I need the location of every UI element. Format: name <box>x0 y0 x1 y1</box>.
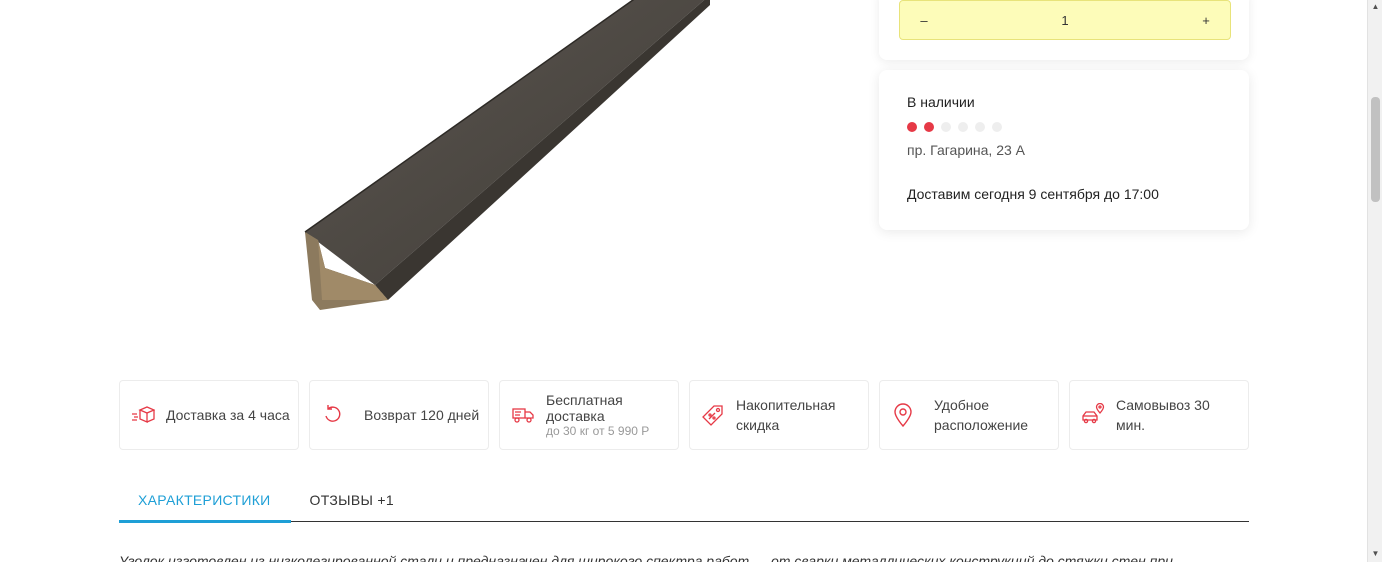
feature-label: Удобное расположение <box>934 397 1029 433</box>
delivery-estimate: Доставим сегодня 9 сентября до 17:00 <box>907 186 1159 202</box>
stock-status: В наличии <box>907 94 975 110</box>
feature-label: Накопительная скидка <box>736 397 836 433</box>
feature-label: Самовывоз 30 мин. <box>1116 397 1210 433</box>
location-pin-icon <box>890 402 916 428</box>
stock-card: В наличии пр. Гагарина, 23 А Доставим се… <box>879 70 1249 230</box>
truck-icon <box>510 402 536 428</box>
car-pickup-icon <box>1080 402 1106 428</box>
return-icon <box>320 402 346 428</box>
delivery-box-icon <box>130 402 156 428</box>
store-address[interactable]: пр. Гагарина, 23 А <box>907 142 1221 158</box>
scroll-down-icon[interactable]: ▼ <box>1368 547 1382 561</box>
quantity-value[interactable]: 1 <box>1061 13 1068 28</box>
feature-label: Бесплатная доставка <box>546 392 623 424</box>
feature-free-delivery[interactable]: Бесплатная доставка до 30 кг от 5 990 Р <box>499 380 679 450</box>
decrease-quantity-button[interactable]: – <box>914 13 934 28</box>
feature-sublabel: до 30 кг от 5 990 Р <box>546 424 650 438</box>
page-scrollbar[interactable]: ▲ ▼ <box>1367 0 1382 562</box>
product-tabs: ХАРАКТЕРИСТИКИ ОТЗЫВЫ +1 <box>119 482 1249 523</box>
product-page: – 1 + В наличии пр. Гагарина, 23 А Доста… <box>0 0 1382 562</box>
discount-tag-icon <box>700 402 726 428</box>
stock-level-dot <box>907 122 917 132</box>
quantity-card: – 1 + <box>879 0 1249 60</box>
feature-location[interactable]: Удобное расположение <box>879 380 1059 450</box>
feature-label: Возврат 120 дней <box>364 407 480 423</box>
feature-label: Доставка за 4 часа <box>166 407 290 423</box>
stock-level-dot <box>975 122 985 132</box>
quantity-stepper: – 1 + <box>899 0 1231 40</box>
stock-level-dot <box>992 122 1002 132</box>
increase-quantity-button[interactable]: + <box>1196 13 1216 28</box>
feature-pickup[interactable]: Самовывоз 30 мин. <box>1069 380 1249 450</box>
product-image <box>304 0 710 310</box>
features-row: Доставка за 4 часа Возврат 120 дней Бесп… <box>119 380 1249 450</box>
tab-reviews[interactable]: ОТЗЫВЫ +1 <box>291 482 414 521</box>
feature-return[interactable]: Возврат 120 дней <box>309 380 489 450</box>
stock-level-dot <box>941 122 951 132</box>
stock-level-dot <box>924 122 934 132</box>
scrollbar-thumb[interactable] <box>1371 97 1380 202</box>
product-description: Уголок изготовлен из низколегированной с… <box>119 553 1173 562</box>
feature-text: Бесплатная доставка до 30 кг от 5 990 Р <box>546 392 672 438</box>
tab-characteristics[interactable]: ХАРАКТЕРИСТИКИ <box>119 482 291 523</box>
feature-delivery[interactable]: Доставка за 4 часа <box>119 380 299 450</box>
stock-level-indicator <box>907 122 1221 132</box>
scroll-up-icon[interactable]: ▲ <box>1368 0 1382 14</box>
stock-level-dot <box>958 122 968 132</box>
feature-discount[interactable]: Накопительная скидка <box>689 380 869 450</box>
